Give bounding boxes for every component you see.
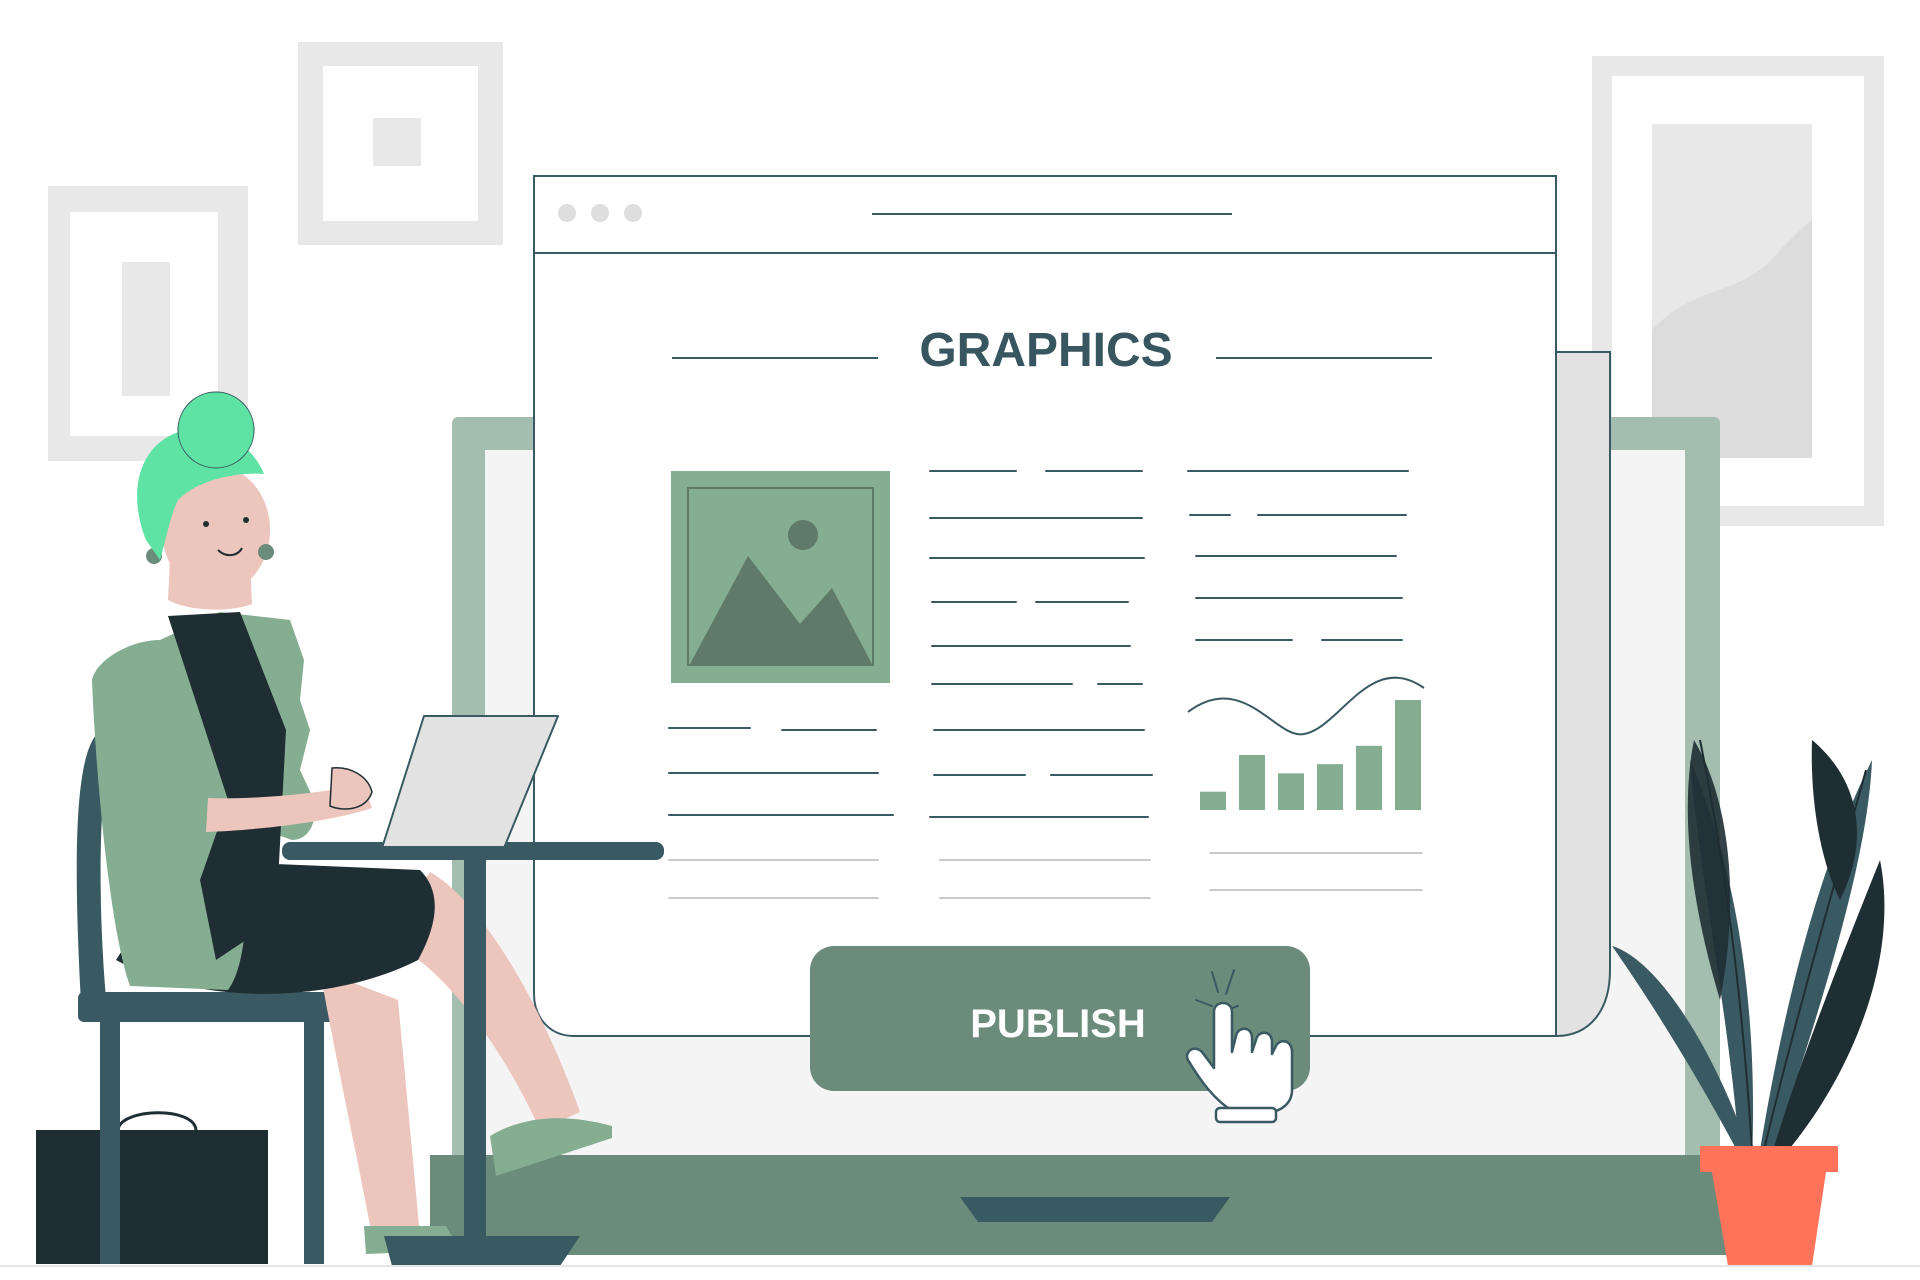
chart-bar bbox=[1239, 755, 1265, 810]
chart-bar bbox=[1356, 745, 1382, 810]
wall-frame-top bbox=[298, 42, 503, 245]
image-icon bbox=[671, 471, 890, 683]
page-heading: GRAPHICS bbox=[919, 324, 1172, 377]
chart-bar bbox=[1200, 791, 1226, 810]
chart-bar bbox=[1278, 773, 1304, 810]
three-dots-icon bbox=[558, 204, 642, 222]
publish-label: PUBLISH bbox=[970, 1002, 1146, 1046]
chart-bar bbox=[1395, 700, 1421, 810]
bag bbox=[36, 1130, 268, 1264]
illustration: GRAPHICS PUBLISH bbox=[0, 42, 1920, 1267]
browser-window: GRAPHICS bbox=[533, 175, 1611, 1038]
chart-bar bbox=[1317, 764, 1343, 810]
